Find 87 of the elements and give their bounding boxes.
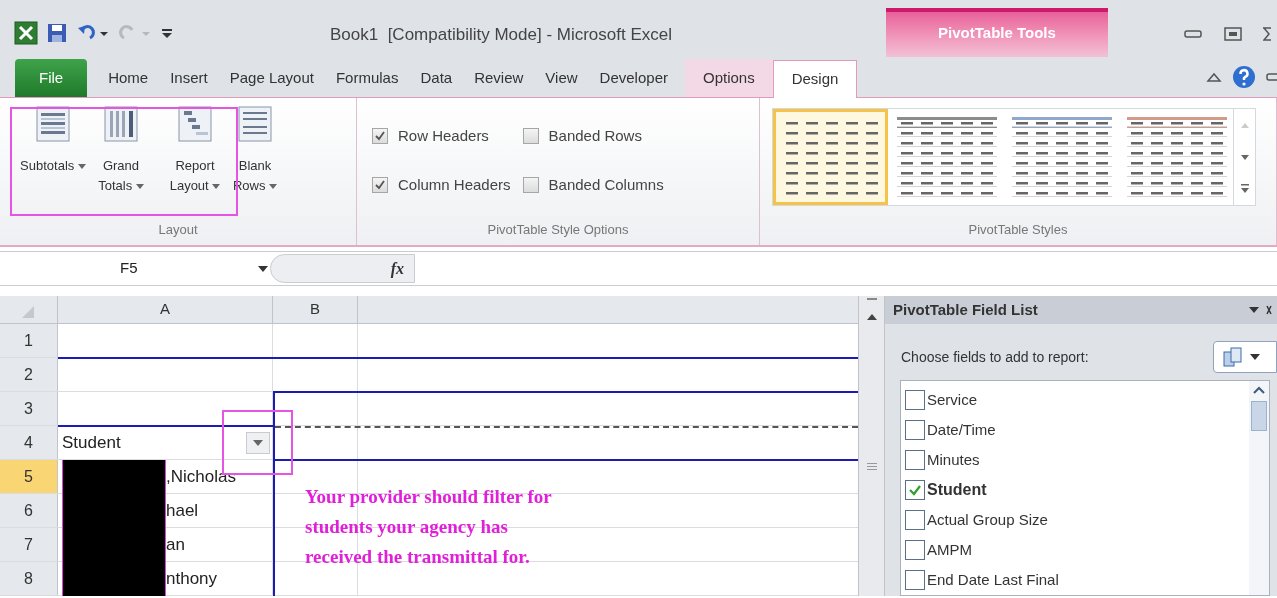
checkbox[interactable] <box>905 570 925 590</box>
cell-text: nthony <box>166 567 218 590</box>
row-header[interactable]: 2 <box>0 358 58 391</box>
prompt-text: Choose fields to add to report: <box>901 347 1089 367</box>
group-label: PivotTable Style Options <box>486 221 630 240</box>
checkbox[interactable] <box>905 420 925 440</box>
ribbon-tab[interactable]: Data <box>409 59 464 97</box>
check-icon <box>374 130 386 143</box>
checkbox-label: Column Headers <box>398 174 511 195</box>
row-header[interactable]: 1 <box>0 324 58 357</box>
table-style-thumbnail[interactable] <box>773 109 888 205</box>
layout-icon[interactable] <box>1222 346 1244 369</box>
spreadsheet-app-icon[interactable] <box>14 20 38 45</box>
checkbox[interactable] <box>522 176 539 193</box>
checkbox[interactable] <box>372 128 388 145</box>
checkbox[interactable] <box>905 390 925 410</box>
field-label: Minutes <box>927 449 980 470</box>
field-label: Actual Group Size <box>927 509 1048 530</box>
checkbox[interactable] <box>905 480 925 500</box>
row-header[interactable]: 5 <box>0 460 58 493</box>
ribbon-button-icon[interactable] <box>34 104 72 144</box>
restore-icon[interactable] <box>1223 26 1243 42</box>
help-icon[interactable] <box>1232 65 1256 89</box>
field-label: End Date Last Final <box>927 569 1059 590</box>
ribbon-button-icon[interactable] <box>102 104 140 144</box>
pane-title: PivotTable Field List <box>893 299 1038 320</box>
ribbon-tab[interactable]: Formulas <box>324 59 410 97</box>
column-header[interactable]: A <box>58 296 273 323</box>
minimize-icon[interactable] <box>1183 28 1203 40</box>
cell-text: Student <box>61 431 121 454</box>
name-box[interactable]: F5 <box>0 252 270 285</box>
scrollbar-thumb[interactable] <box>1251 401 1267 431</box>
collapse-ribbon-icon[interactable] <box>1206 70 1222 84</box>
column-header[interactable]: B <box>273 296 358 323</box>
checkbox[interactable] <box>905 510 925 530</box>
annotation-text: Your provider should filter for students your agency has received the transmittal for. <box>305 485 552 569</box>
caret-icon[interactable] <box>77 163 86 170</box>
vertical-scrollbar[interactable] <box>858 296 885 596</box>
checkbox-label: Banded Columns <box>548 174 664 195</box>
cell-text: hael <box>166 499 199 522</box>
ribbon-button-label[interactable]: Subtotals <box>20 156 86 176</box>
ribbon-tab[interactable]: View <box>534 59 589 97</box>
row-header[interactable]: 4 <box>0 426 58 459</box>
contextual-tab-header: PivotTable Tools <box>886 8 1108 57</box>
checkbox-label: Banded Rows <box>548 126 642 146</box>
ribbon-tab[interactable]: File <box>15 59 88 97</box>
ribbon-button-icon[interactable] <box>176 104 214 144</box>
ribbon-tab[interactable]: Options <box>684 59 773 97</box>
filter-dropdown-button[interactable] <box>246 432 270 454</box>
field-label: Service <box>927 389 978 410</box>
checkbox[interactable] <box>372 176 388 193</box>
ribbon-tab[interactable]: Design <box>772 60 858 98</box>
check-icon <box>374 178 386 191</box>
row-header[interactable]: 6 <box>0 494 58 527</box>
ribbon-tab[interactable]: Developer <box>588 59 679 97</box>
cell-text: ,Nicholas <box>166 465 236 488</box>
ribbon-tab[interactable]: Insert <box>159 59 219 97</box>
ribbon-tab[interactable]: Review <box>463 59 535 97</box>
cell-text: an <box>166 533 185 556</box>
window-title: Book1 [Compatibility Mode] - Microsoft Excel <box>330 24 672 46</box>
ribbon-button-label[interactable]: Report Layout <box>162 156 228 196</box>
close-icon[interactable] <box>1263 26 1273 42</box>
insert-function-button[interactable]: fx <box>390 256 404 281</box>
row-header[interactable]: 3 <box>0 392 58 425</box>
row-header[interactable]: 8 <box>0 562 58 595</box>
checkbox[interactable] <box>522 128 539 145</box>
checkbox-label: Row Headers <box>398 126 489 146</box>
field-label: Date/Time <box>927 419 996 440</box>
ribbon-button-icon[interactable] <box>236 104 274 144</box>
dropdown-icon[interactable] <box>258 265 268 272</box>
formula-bar-controls[interactable]: fx <box>270 254 415 283</box>
list-scrollbar[interactable] <box>1249 381 1269 595</box>
check-icon <box>908 483 922 497</box>
field-label: Student <box>927 480 987 500</box>
caret-icon[interactable] <box>1250 354 1260 361</box>
row-header[interactable]: 7 <box>0 528 58 561</box>
ribbon-button-label[interactable]: Grand Totals <box>92 156 150 196</box>
pane-options-icon[interactable] <box>1247 304 1273 317</box>
field-label: AMPM <box>927 539 972 560</box>
checkbox[interactable] <box>905 540 925 560</box>
ribbon-tab[interactable]: Page Layout <box>218 59 325 97</box>
ribbon-tab[interactable]: Home <box>97 59 160 97</box>
grip-icon <box>864 461 879 473</box>
save-icon[interactable] <box>46 21 68 44</box>
group-label: Layout <box>157 221 199 240</box>
group-label: PivotTable Styles <box>967 221 1069 240</box>
checkbox[interactable] <box>905 450 925 470</box>
